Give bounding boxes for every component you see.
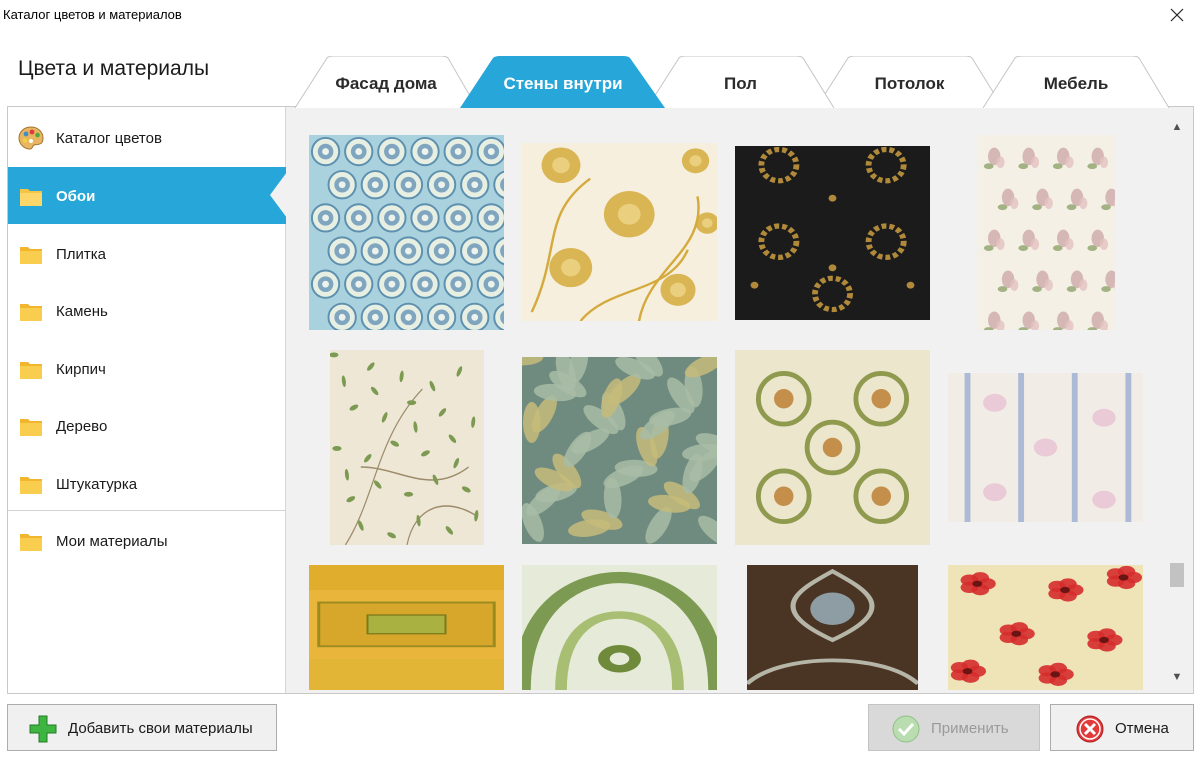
tab-facade[interactable]: Фасад дома [294, 56, 478, 108]
botanical-branches-wallpaper [330, 350, 484, 545]
tab-interior-walls[interactable]: Стены внутри [460, 56, 666, 108]
swatch-gold-poppies[interactable] [522, 143, 717, 321]
sidebar-item-tiles[interactable]: Плитка [8, 225, 286, 282]
tab-label: Мебель [1043, 74, 1109, 93]
sidebar-item-label: Дерево [56, 418, 108, 435]
sidebar-item-my-materials[interactable]: Мои материалы [8, 512, 286, 569]
tab-label: Пол [724, 74, 757, 93]
green-retro-arches-wallpaper [522, 565, 717, 690]
swatch-red-flowers[interactable] [948, 565, 1143, 690]
black-gold-wreath-wallpaper [735, 146, 930, 320]
category-tabs: Фасад дома Потолок Пол Мебель Стены внут… [290, 56, 1186, 108]
sidebar-item-label: Каталог цветов [56, 130, 162, 147]
green-leaves-wallpaper [522, 357, 717, 544]
tab-label: Потолок [874, 74, 945, 93]
folder-icon [20, 304, 42, 321]
scrollbar-thumb[interactable] [1170, 563, 1184, 587]
sidebar-item-wood[interactable]: Дерево [8, 397, 286, 454]
add-materials-button[interactable]: Добавить свои материалы [7, 704, 277, 751]
folder-icon [20, 477, 42, 494]
window-title: Каталог цветов и материалов [3, 7, 182, 22]
folder-icon [20, 534, 42, 551]
cancel-icon [1076, 715, 1104, 743]
sidebar-item-label: Плитка [56, 246, 107, 263]
checkmark-icon [892, 715, 920, 743]
tab-label: Стены внутри [503, 74, 623, 93]
swatch-pink-floral[interactable] [977, 135, 1115, 330]
yellow-tile-border-wallpaper [309, 565, 504, 690]
swatch-green-leaves[interactable] [522, 357, 717, 544]
swatch-brown-ornament[interactable] [747, 565, 918, 690]
sidebar-divider [8, 510, 286, 511]
scroll-up-icon[interactable]: ▲ [1166, 116, 1188, 138]
plus-icon [29, 715, 57, 743]
tab-label: Фасад дома [335, 74, 437, 93]
apply-button[interactable]: Применить [868, 704, 1040, 751]
swatch-botanical[interactable] [330, 350, 484, 545]
selection-pointer [270, 172, 287, 218]
material-grid [288, 108, 1166, 692]
sidebar-item-label: Штукатурка [56, 476, 138, 493]
folder-icon [20, 247, 42, 264]
palette-icon [18, 126, 44, 150]
sidebar-item-label: Кирпич [56, 361, 106, 378]
sidebar-item-color-catalog[interactable]: Каталог цветов [8, 109, 286, 166]
folder-icon [20, 189, 42, 206]
gold-poppies-wallpaper [522, 143, 717, 321]
cancel-button[interactable]: Отмена [1050, 704, 1194, 751]
close-icon [1170, 8, 1184, 22]
apply-label: Применить [931, 720, 1009, 737]
swatch-yellow-tiles[interactable] [309, 565, 504, 690]
tab-ceiling[interactable]: Потолок [815, 56, 1004, 108]
swatch-green-damask[interactable] [735, 350, 930, 545]
folder-icon [20, 419, 42, 436]
sidebar-item-label: Мои материалы [56, 533, 168, 550]
blue-circles-wallpaper [309, 135, 504, 330]
page-title: Цвета и материалы [18, 57, 210, 80]
sidebar-item-label: Обои [56, 188, 96, 205]
tab-furniture[interactable]: Мебель [982, 56, 1170, 108]
folder-icon [20, 362, 42, 379]
sidebar-item-stone[interactable]: Камень [8, 282, 286, 339]
swatch-pastel-stripes[interactable] [948, 373, 1143, 522]
cancel-label: Отмена [1115, 720, 1169, 737]
close-button[interactable] [1154, 0, 1200, 30]
sidebar: Каталог цветов Обои Плитка Камень Кирпич… [8, 107, 286, 693]
title-bar: Каталог цветов и материалов [0, 0, 1200, 30]
swatch-black-gold-wreath[interactable] [735, 146, 930, 320]
pink-floral-bouquet-wallpaper [977, 135, 1115, 330]
swatch-green-arches[interactable] [522, 565, 717, 690]
green-damask-bouquet-wallpaper [735, 350, 930, 545]
pastel-stripe-roses-wallpaper [948, 373, 1143, 522]
sidebar-item-label: Камень [56, 303, 108, 320]
brown-ornament-damask-wallpaper [747, 565, 918, 690]
scroll-down-icon[interactable]: ▼ [1166, 666, 1188, 688]
sidebar-item-brick[interactable]: Кирпич [8, 340, 286, 397]
tab-floor[interactable]: Пол [646, 56, 835, 108]
sidebar-item-plaster[interactable]: Штукатурка [8, 455, 286, 512]
add-materials-label: Добавить свои материалы [68, 720, 253, 737]
vertical-scrollbar[interactable]: ▲ ▼ [1166, 108, 1188, 692]
sidebar-item-wallpaper[interactable]: Обои [8, 167, 286, 224]
swatch-blue-circles[interactable] [309, 135, 504, 330]
red-flowers-wallpaper [948, 565, 1143, 690]
